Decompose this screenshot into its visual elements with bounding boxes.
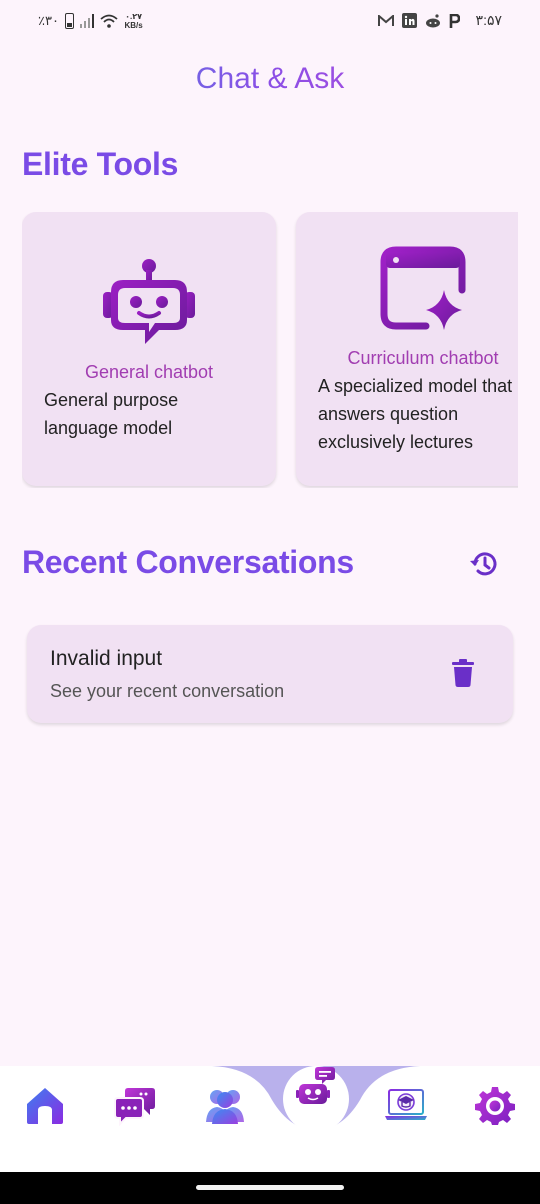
status-bar: ٪۳۰ ۰.۲۷ KB/s ۳:۵۷	[0, 0, 540, 44]
reddit-icon	[425, 13, 440, 27]
battery-icon	[64, 13, 74, 29]
bottom-navigation	[0, 1066, 540, 1172]
trash-icon[interactable]	[451, 659, 475, 687]
system-navigation-bar	[0, 1172, 540, 1204]
chatbot-tab[interactable]	[283, 1066, 349, 1132]
gear-icon[interactable]	[474, 1084, 516, 1126]
tool-name: General chatbot	[84, 362, 214, 382]
chat-bubbles-icon[interactable]	[114, 1084, 156, 1126]
signal-icon	[79, 14, 95, 28]
conversation-subtitle: See your recent conversation	[50, 681, 285, 701]
home-icon[interactable]	[24, 1084, 66, 1126]
gmail-icon	[377, 14, 394, 26]
tool-card-curriculum-chatbot[interactable]: Curriculum chatbot A specialized model t…	[296, 212, 518, 486]
clock: ۳:۵۷	[475, 12, 502, 28]
recent-conversations-heading: Recent Conversations	[22, 544, 354, 580]
app-title: Chat & Ask	[0, 62, 540, 96]
network-speed: ۰.۲۷ KB/s	[124, 12, 143, 30]
tool-description: A specialized model that answers questio…	[318, 376, 513, 452]
people-icon[interactable]	[204, 1084, 246, 1126]
nav-curve-decoration	[212, 1066, 420, 1130]
wifi-icon	[100, 14, 119, 28]
robot-chat-icon	[103, 259, 195, 344]
battery-percentage: ٪۳۰	[38, 13, 59, 28]
laptop-graduation-icon[interactable]	[384, 1084, 428, 1126]
home-gesture-handle[interactable]	[196, 1185, 344, 1190]
p-app-icon	[449, 13, 460, 28]
elite-tools-carousel[interactable]: General chatbot General purpose language…	[22, 212, 518, 488]
robot-chat-icon	[296, 1067, 335, 1104]
linkedin-icon	[401, 13, 417, 28]
tool-name: Curriculum chatbot	[347, 348, 499, 368]
conversation-item[interactable]: Invalid input See your recent conversati…	[27, 625, 513, 723]
tool-description: General purpose language model	[44, 390, 179, 438]
conversation-title: Invalid input	[50, 647, 163, 670]
history-icon[interactable]	[468, 548, 500, 580]
tool-card-general-chatbot[interactable]: General chatbot General purpose language…	[22, 212, 276, 486]
elite-tools-heading: Elite Tools	[22, 146, 179, 182]
window-sparkle-icon	[380, 246, 466, 330]
